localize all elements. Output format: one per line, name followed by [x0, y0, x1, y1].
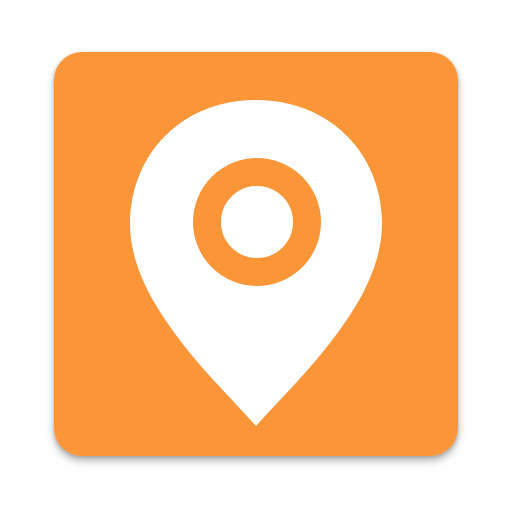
app-icon-tile[interactable]: [54, 52, 458, 456]
app-icon-canvas: [0, 0, 512, 512]
app-icon-graphic: [54, 52, 458, 456]
